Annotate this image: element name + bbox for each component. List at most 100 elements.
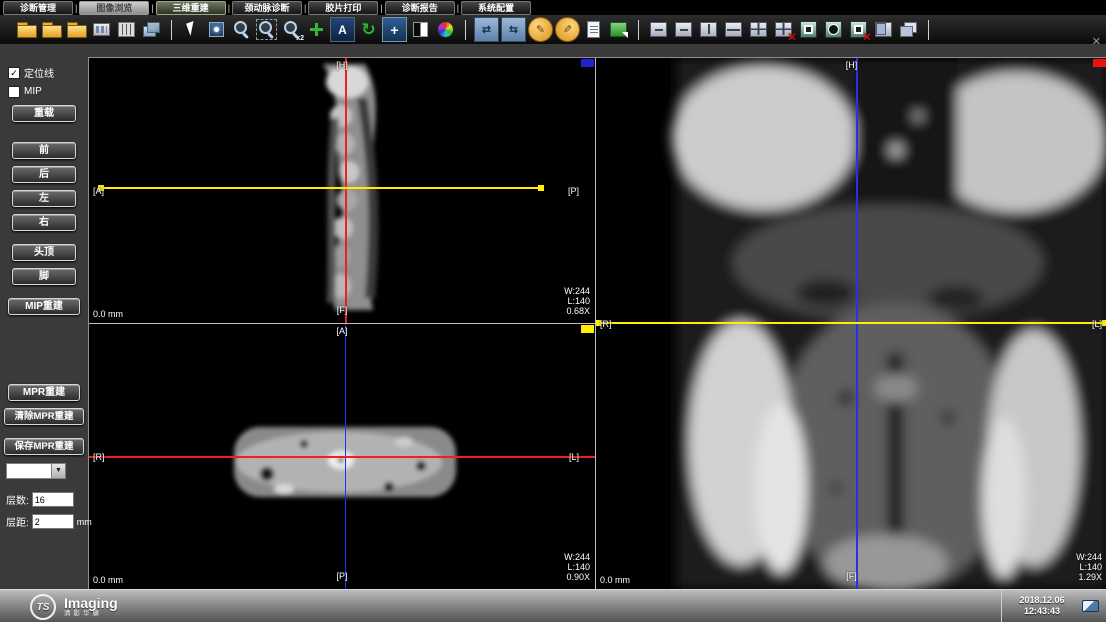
- viewport-axial[interactable]: [A] [R] [L] [P] W:244 L:140 0.90X 0.0 mm: [89, 323, 595, 589]
- crosshair-horizontal-line[interactable]: [89, 456, 595, 458]
- viewport-sagittal[interactable]: [H] [A] [P] [F] W:244 L:140 0.68X 0.0 mm: [89, 58, 595, 323]
- zoom-icon[interactable]: [230, 18, 253, 41]
- toolbar-separator: [465, 20, 466, 40]
- color-palette-icon[interactable]: [434, 18, 457, 41]
- slice-position: 0.0 mm: [600, 575, 630, 585]
- select-value: [7, 464, 51, 478]
- menu-bar: 诊断管理|图像浏览|三维重建|颈动脉诊断|胶片打印|诊断报告|系统配置: [0, 0, 1106, 15]
- orientation-label-left: [R]: [600, 319, 612, 329]
- refresh-icon[interactable]: ↻: [357, 18, 380, 41]
- export-image-icon[interactable]: [607, 18, 630, 41]
- report-notes-icon[interactable]: [582, 18, 605, 41]
- reload-button[interactable]: 重载: [12, 105, 76, 122]
- rect-shape-icon[interactable]: [797, 18, 820, 41]
- cascade-windows-icon[interactable]: [897, 18, 920, 41]
- slice-position: 0.0 mm: [93, 575, 123, 585]
- logo-subtitle: 清影华康: [64, 610, 118, 618]
- localizer-horizontal-line[interactable]: [596, 322, 1106, 324]
- text-annotation-icon[interactable]: A: [330, 17, 355, 42]
- direction-left-button[interactable]: 左: [12, 190, 76, 207]
- layer-spacing-input[interactable]: [32, 514, 74, 529]
- orient-head-button[interactable]: 头顶: [12, 244, 76, 261]
- orientation-label-left: [R]: [93, 452, 105, 462]
- orientation-label-top: [H]: [846, 60, 858, 70]
- link-series-icon[interactable]: ⇄: [474, 17, 499, 42]
- window-level-readout: W:244 L:140 0.68X: [564, 286, 590, 316]
- ellipse-shape-icon[interactable]: [822, 18, 845, 41]
- layout-2x1-icon[interactable]: [722, 18, 745, 41]
- export-folder-icon[interactable]: [65, 18, 88, 41]
- link-views-icon[interactable]: ⇆: [501, 17, 526, 42]
- logo-title: Imaging: [64, 596, 118, 610]
- zoom-2x-icon[interactable]: x2: [280, 18, 303, 41]
- direction-back-button[interactable]: 后: [12, 166, 76, 183]
- split-half-icon[interactable]: [872, 18, 895, 41]
- close-icon[interactable]: ✕: [1092, 35, 1101, 48]
- mpr-reconstruct-button[interactable]: MPR重建: [8, 384, 80, 401]
- menu-tab-2[interactable]: 图像浏览: [79, 1, 149, 15]
- viewer-area: [H] [A] [P] [F] W:244 L:140 0.68X 0.0 mm: [88, 57, 1106, 590]
- sidebar: ✓定位线MIP 重载 前后左右 头顶脚 MIP重建 MPR重建 清除MPR重建 …: [0, 44, 88, 590]
- menu-tab-3[interactable]: 三维重建: [156, 1, 226, 15]
- series-grid-icon[interactable]: [90, 18, 113, 41]
- toolbar-separator: [171, 20, 172, 40]
- localizer-horizontal-line[interactable]: [99, 187, 543, 189]
- toolbar-separator: [928, 20, 929, 40]
- window-level-readout: W:244 L:140 1.29X: [1076, 552, 1102, 582]
- app-logo: TS Imaging 清影华康: [30, 594, 118, 620]
- sagittal-mri-image: [89, 58, 595, 323]
- layer-count-label: 层数:: [6, 492, 29, 507]
- status-date: 2018.12.06: [1002, 595, 1082, 606]
- menu-tab-6[interactable]: 诊断报告: [385, 1, 455, 15]
- mpr-series-select[interactable]: ▼: [6, 463, 66, 479]
- menu-tab-5[interactable]: 胶片打印: [308, 1, 378, 15]
- menu-separator: |: [457, 3, 459, 13]
- crosshair-vertical-line[interactable]: [345, 58, 347, 323]
- menu-tab-7[interactable]: 系统配置: [461, 1, 531, 15]
- menu-tab-4[interactable]: 颈动脉诊断: [232, 1, 302, 15]
- toolbar: x2A↻+⇄⇆✎✎✕✕: [0, 15, 1106, 44]
- checkbox-label: MIP: [24, 86, 42, 97]
- direction-front-button[interactable]: 前: [12, 142, 76, 159]
- clear-layout-icon[interactable]: ✕: [772, 18, 795, 41]
- tray-icon[interactable]: [1082, 600, 1099, 612]
- status-time: 12:43:43: [1002, 606, 1082, 617]
- fit-screen-icon[interactable]: +: [382, 17, 407, 42]
- window-image-icon[interactable]: [205, 18, 228, 41]
- mip-reconstruct-button[interactable]: MIP重建: [8, 298, 80, 315]
- import-folder-icon[interactable]: [40, 18, 63, 41]
- zoom-region-icon[interactable]: [255, 18, 278, 41]
- layout-single-icon[interactable]: [647, 18, 670, 41]
- status-bar: TS Imaging 清影华康 2018.12.06 12:43:43: [0, 589, 1106, 622]
- mip-checkbox[interactable]: [8, 86, 20, 98]
- mpr-save-button[interactable]: 保存MPR重建: [4, 438, 84, 455]
- orientation-label-right: [L]: [569, 452, 579, 462]
- orientation-label-bottom: [F]: [846, 571, 857, 581]
- layout-edit-icon[interactable]: [672, 18, 695, 41]
- viewport-coronal[interactable]: [H] [R] [L] [F] W:244 L:140 1.29X 0.0 mm: [595, 58, 1106, 589]
- compare-window-icon[interactable]: [115, 18, 138, 41]
- direction-right-button[interactable]: 右: [12, 214, 76, 231]
- pan-icon[interactable]: [305, 18, 328, 41]
- orientation-label-left: [A]: [93, 186, 104, 196]
- window-level-icon[interactable]: [409, 18, 432, 41]
- cursor-icon[interactable]: [180, 18, 203, 41]
- volume-3d-icon[interactable]: [140, 18, 163, 41]
- chevron-down-icon: ▼: [51, 464, 65, 478]
- pencil-annotation-icon[interactable]: ✎: [528, 17, 553, 42]
- mpr-clear-button[interactable]: 清除MPR重建: [4, 408, 84, 425]
- menu-separator: |: [228, 3, 230, 13]
- spacing-unit: mm: [77, 517, 92, 527]
- delete-shape-icon[interactable]: ✕: [847, 18, 870, 41]
- menu-tab-1[interactable]: 诊断管理: [3, 1, 73, 15]
- orient-foot-button[interactable]: 脚: [12, 268, 76, 285]
- layer-spacing-label: 层距:: [6, 514, 29, 529]
- brush-annotation-icon[interactable]: ✎: [555, 17, 580, 42]
- view-indicator-marker: [581, 59, 594, 67]
- layout-2x2-icon[interactable]: [747, 18, 770, 41]
- localizer-checkbox[interactable]: ✓: [8, 67, 20, 79]
- layout-1x2-icon[interactable]: [697, 18, 720, 41]
- open-study-folder-icon[interactable]: [15, 18, 38, 41]
- logo-badge-icon: TS: [30, 594, 56, 620]
- layer-count-input[interactable]: [32, 492, 74, 507]
